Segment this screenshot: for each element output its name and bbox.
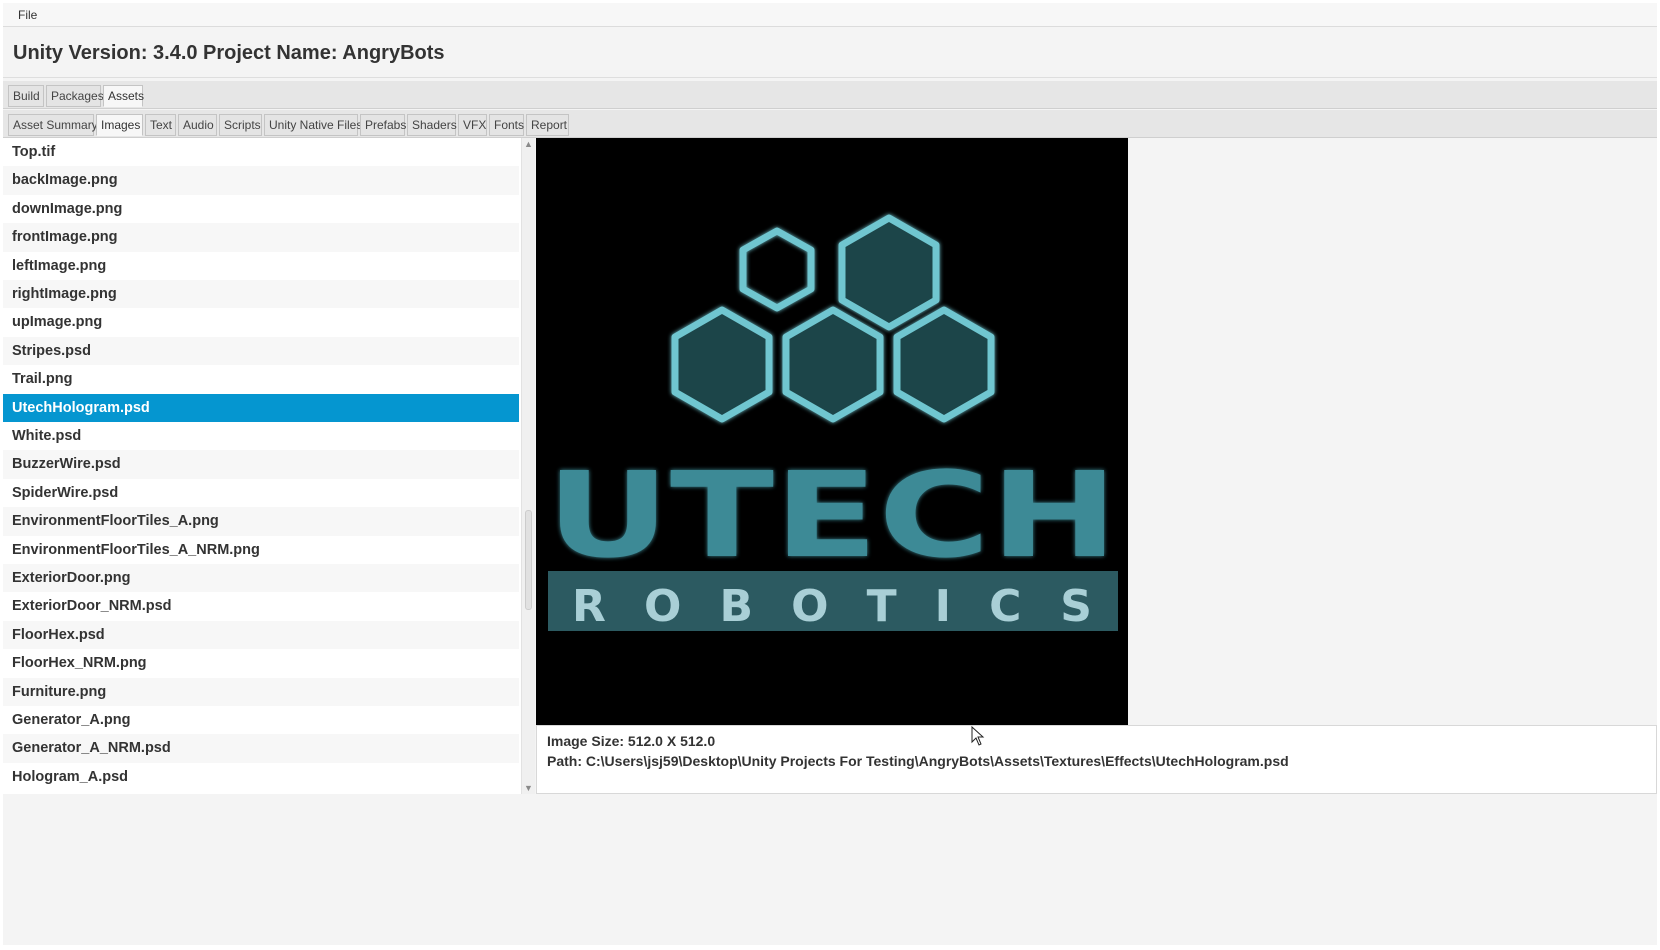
file-list-item[interactable]: Generator_A.png bbox=[3, 706, 519, 734]
scroll-up-arrow-icon[interactable]: ▲ bbox=[524, 139, 533, 149]
file-list-item[interactable]: downImage.png bbox=[3, 195, 519, 223]
hexagon-shape bbox=[782, 306, 884, 423]
tab-fonts[interactable]: Fonts bbox=[489, 114, 524, 136]
file-list-item[interactable]: frontImage.png bbox=[3, 223, 519, 252]
tab-prefabs[interactable]: Prefabs bbox=[360, 114, 406, 136]
image-file-list: Top.tif backImage.png downImage.png fron… bbox=[3, 138, 521, 794]
file-list-item-selected[interactable]: UtechHologram.psd bbox=[3, 393, 519, 422]
tab-unity-native-files[interactable]: Unity Native Files bbox=[264, 114, 362, 136]
mouse-pointer-icon bbox=[971, 726, 985, 746]
file-list-item[interactable]: EnvironmentFloorTiles_A.png bbox=[3, 507, 519, 536]
file-list-item[interactable]: rightImage.png bbox=[3, 280, 519, 309]
tab-shaders[interactable]: Shaders bbox=[407, 114, 457, 136]
file-list-item[interactable]: Furniture.png bbox=[3, 677, 519, 706]
image-preview: UTECH ROBOTICS bbox=[536, 138, 1128, 725]
image-info-panel: Image Size: 512.0 X 512.0 Path: C:\Users… bbox=[536, 725, 1657, 794]
file-list-item[interactable]: backImage.png bbox=[3, 166, 519, 195]
file-list-item[interactable]: ExteriorDoor.png bbox=[3, 564, 519, 593]
file-list-item[interactable]: ExteriorDoor_NRM.psd bbox=[3, 592, 519, 620]
file-list-item[interactable]: FloorHex_NRM.png bbox=[3, 649, 519, 677]
menu-bar: File bbox=[3, 3, 1657, 27]
file-list-item[interactable]: FloorHex.psd bbox=[3, 620, 519, 650]
scroll-down-arrow-icon[interactable]: ▼ bbox=[524, 783, 533, 793]
scroll-thumb[interactable] bbox=[525, 510, 532, 610]
main-tab-bar: Build Packages Assets bbox=[3, 81, 1657, 109]
tab-build[interactable]: Build bbox=[8, 85, 44, 107]
header: Unity Version: 3.4.0 Project Name: Angry… bbox=[3, 28, 1657, 78]
project-name-label: Project Name: AngryBots bbox=[203, 42, 445, 64]
tab-report[interactable]: Report bbox=[526, 114, 569, 136]
unity-version-label: Unity Version: 3.4.0 bbox=[13, 42, 198, 64]
file-list-item[interactable]: EnvironmentFloorTiles_A_NRM.png bbox=[3, 536, 519, 564]
tab-asset-summary[interactable]: Asset Summary bbox=[8, 114, 98, 136]
file-list-item[interactable]: Generator_A_NRM.psd bbox=[3, 734, 519, 763]
file-list-item[interactable]: Stripes.psd bbox=[3, 336, 519, 366]
tab-vfx[interactable]: VFX bbox=[458, 114, 487, 136]
file-list-item[interactable]: Trail.png bbox=[3, 365, 519, 393]
file-list-scrollbar[interactable]: ▲ ▼ bbox=[521, 138, 535, 794]
hexagon-shape bbox=[671, 306, 773, 423]
file-list-item[interactable]: Hologram_A.psd bbox=[3, 763, 519, 791]
file-list-item[interactable]: SpiderWire.psd bbox=[3, 479, 519, 507]
file-list-item[interactable]: White.psd bbox=[3, 422, 519, 450]
image-size-label: Image Size: 512.0 X 512.0 bbox=[547, 733, 716, 749]
file-list-item[interactable]: BuzzerWire.psd bbox=[3, 450, 519, 479]
image-path-label: Path: C:\Users\jsj59\Desktop\Unity Proje… bbox=[547, 753, 1289, 769]
logo-subtitle-band bbox=[548, 571, 1118, 631]
app-window: File Unity Version: 3.4.0 Project Name: … bbox=[3, 3, 1657, 945]
tab-text[interactable]: Text bbox=[145, 114, 176, 136]
tab-audio[interactable]: Audio bbox=[178, 114, 217, 136]
tab-scripts[interactable]: Scripts bbox=[219, 114, 262, 136]
tab-assets[interactable]: Assets bbox=[103, 85, 144, 107]
file-list-item[interactable]: Top.tif bbox=[3, 138, 519, 166]
hexagon-shape bbox=[893, 306, 995, 423]
hexagon-shape bbox=[838, 214, 940, 331]
image-preview-area: UTECH ROBOTICS bbox=[536, 138, 1657, 725]
file-list-item[interactable]: upImage.png bbox=[3, 308, 519, 336]
logo-title: UTECH bbox=[546, 446, 1118, 584]
file-list-item[interactable]: leftImage.png bbox=[3, 252, 519, 280]
tab-images[interactable]: Images bbox=[96, 114, 143, 136]
tab-packages[interactable]: Packages bbox=[46, 85, 104, 107]
utech-robotics-logo: UTECH ROBOTICS bbox=[536, 138, 1128, 725]
asset-tab-bar: Asset Summary Images Text Audio Scripts … bbox=[3, 110, 1657, 138]
menu-file[interactable]: File bbox=[18, 8, 37, 22]
